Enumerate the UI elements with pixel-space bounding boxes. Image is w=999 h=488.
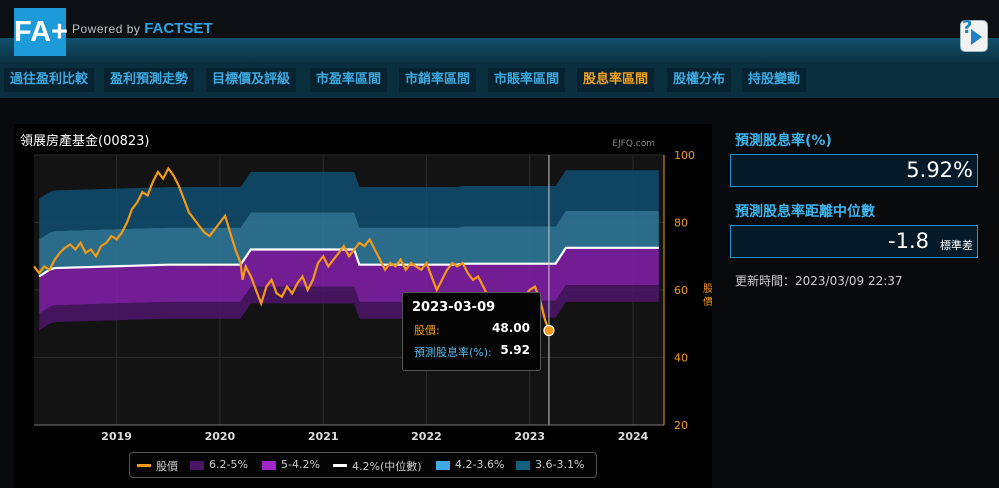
powered-by-prefix: Powered by bbox=[72, 22, 141, 36]
legend-label: 4.2%(中位數) bbox=[352, 460, 422, 473]
y-axis-label-char: 股 bbox=[703, 283, 712, 295]
tab-pe-band[interactable]: 市盈率區間 bbox=[310, 68, 388, 92]
play-icon bbox=[971, 29, 982, 45]
x-tick-label: 2020 bbox=[205, 430, 236, 443]
legend-swatch bbox=[436, 461, 450, 470]
y-tick-label: 20 bbox=[674, 419, 688, 432]
tab-earnings-comparison[interactable]: 過往盈利比較 bbox=[4, 68, 95, 92]
price-marker bbox=[543, 324, 555, 337]
x-tick-label: 2024 bbox=[618, 430, 649, 443]
y-axis-label-char: 價 bbox=[703, 295, 712, 308]
tab-shareholding-changes[interactable]: 持股變動 bbox=[742, 68, 807, 92]
legend-swatch bbox=[333, 464, 347, 467]
tab-dividend-yield-band[interactable]: 股息率區間 bbox=[577, 68, 655, 92]
tooltip-price-label: 股價: bbox=[414, 324, 440, 337]
x-tick-label: 2019 bbox=[101, 430, 132, 443]
chart-legend: 股價 6.2-5% 5-4.2% 4.2%(中位數) 4.2-3.6% 3.6-… bbox=[129, 452, 597, 478]
legend-swatch bbox=[516, 461, 530, 470]
legend-swatch bbox=[190, 461, 204, 470]
legend-label: 4.2-3.6% bbox=[455, 458, 505, 471]
tab-target-price-rating[interactable]: 目標價及評級 bbox=[206, 68, 297, 92]
tooltip-yield-label: 預測股息率(%): bbox=[414, 346, 492, 359]
yield-deviation-title: 預測股息率距離中位數 bbox=[735, 204, 875, 220]
watermark: EJFQ.com bbox=[612, 139, 655, 149]
update-time: 更新時間：2023/03/09 22:37 bbox=[735, 274, 903, 288]
x-tick-label: 2022 bbox=[411, 430, 442, 443]
tab-ps-band[interactable]: 市銷率區間 bbox=[399, 68, 477, 92]
y-tick-label: 60 bbox=[674, 284, 688, 297]
y-tick-label: 80 bbox=[674, 217, 688, 230]
y-tick-label: 100 bbox=[674, 149, 695, 162]
tooltip-price-value: 48.00 bbox=[492, 321, 530, 335]
legend-label: 股價 bbox=[156, 460, 178, 473]
forecast-yield-value: 5.92% bbox=[906, 158, 973, 182]
yield-deviation-box: -1.8 標準差 bbox=[730, 225, 978, 258]
y-axis-label: 股價 bbox=[703, 283, 712, 308]
y-tick-label: 40 bbox=[674, 352, 688, 365]
yield-deviation-value: -1.8 bbox=[888, 229, 929, 253]
fa-plus-logo: FA+ bbox=[14, 8, 68, 56]
legend-label: 3.6-3.1% bbox=[535, 458, 585, 471]
report-tabs: 過往盈利比較 盈利預測走勢 目標價及評級 市盈率區間 市銷率區間 市賬率區間 股… bbox=[0, 62, 999, 98]
header-bar: FA+ Powered by FACTSET ? bbox=[0, 0, 999, 62]
tab-shareholding-distribution[interactable]: 股權分布 bbox=[667, 68, 732, 92]
factset-brand: FACTSET bbox=[144, 20, 213, 37]
tab-earnings-forecast-trend[interactable]: 盈利預測走勢 bbox=[104, 68, 195, 92]
dividend-yield-band-chart[interactable]: 20 40 60 80 100 2019 2020 2021 2022 2023 2024 領展房產… bbox=[14, 124, 712, 488]
legend-label: 6.2-5% bbox=[209, 458, 248, 471]
legend-label: 5-4.2% bbox=[281, 458, 320, 471]
forecast-yield-title: 預測股息率(%) bbox=[735, 133, 832, 149]
x-tick-label: 2023 bbox=[514, 430, 545, 443]
tooltip-date: 2023-03-09 bbox=[412, 300, 496, 315]
tooltip-yield-value: 5.92 bbox=[500, 343, 530, 357]
chart-tooltip: 2023-03-09 股價: 48.00 預測股息率(%): 5.92 bbox=[402, 292, 541, 371]
yield-deviation-unit: 標準差 bbox=[940, 239, 973, 252]
legend-swatch bbox=[262, 461, 276, 470]
forecast-yield-box: 5.92% bbox=[730, 154, 978, 187]
x-tick-label: 2021 bbox=[308, 430, 339, 443]
header-strip bbox=[0, 38, 999, 62]
tab-pb-band[interactable]: 市賬率區間 bbox=[488, 68, 566, 92]
help-video-button[interactable]: ? bbox=[960, 17, 988, 52]
legend-swatch bbox=[137, 464, 151, 467]
powered-by-factset: Powered by FACTSET bbox=[72, 20, 213, 37]
chart-title: 領展房產基金(00823) bbox=[20, 133, 150, 149]
